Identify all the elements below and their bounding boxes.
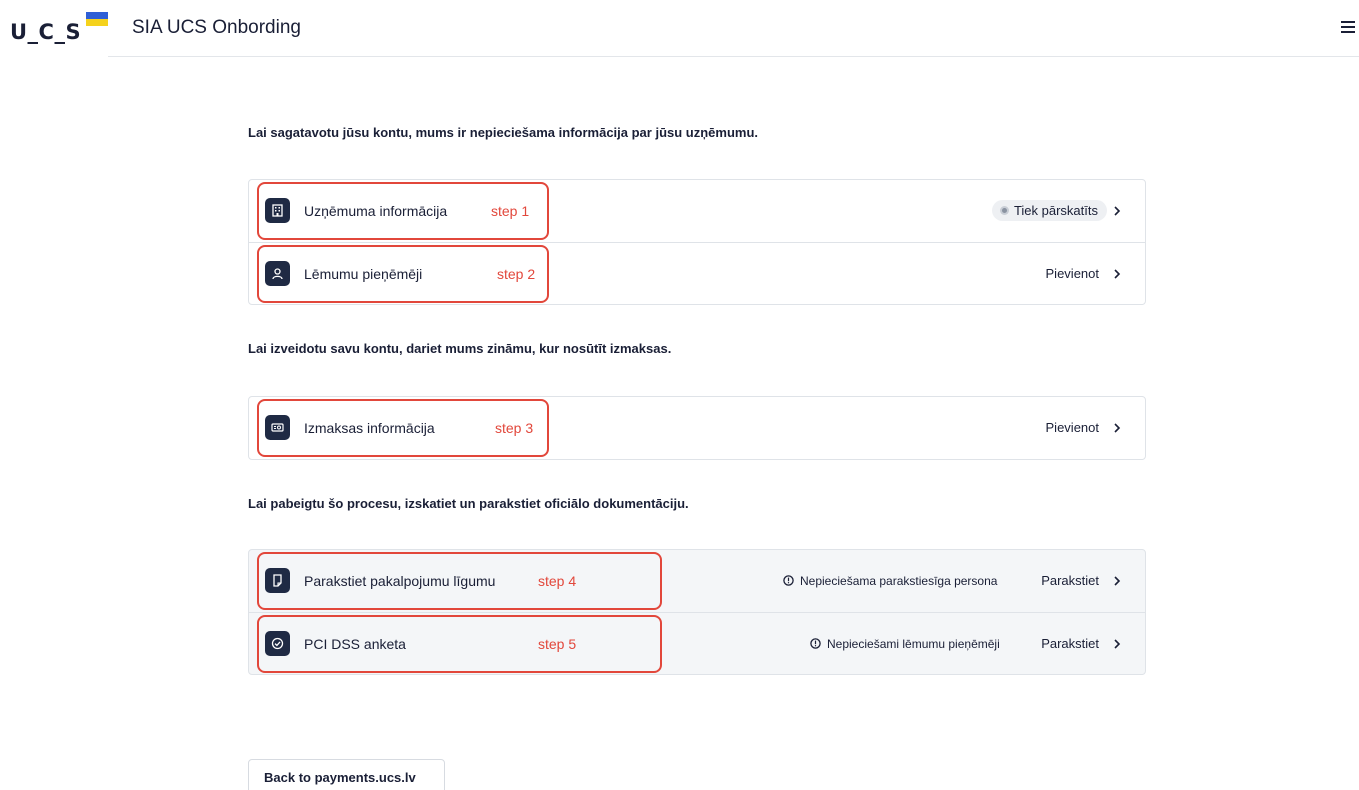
chevron-right-icon (1114, 206, 1121, 216)
row-label: Izmaksas informācija (304, 420, 435, 436)
sign-action[interactable]: Parakstiet (1041, 573, 1099, 588)
sign-action[interactable]: Parakstiet (1041, 636, 1099, 651)
status-badge: Tiek pārskatīts (991, 200, 1107, 221)
row-pci-dss[interactable]: PCI DSS anketa step 5 Nepieciešami lēmum… (249, 612, 1145, 674)
document-icon (265, 568, 290, 593)
app-title: SIA UCS Onbording (132, 17, 301, 38)
step-annotation: step 1 (491, 203, 530, 219)
section-heading-company: Lai sagatavotu jūsu kontu, mums ir nepie… (248, 125, 759, 140)
person-icon (265, 261, 290, 286)
row-label: Uzņēmuma informācija (304, 203, 448, 219)
info-icon (810, 638, 821, 649)
section-heading-payout: Lai izveidotu savu kontu, dariet mums zi… (248, 341, 672, 356)
header-divider (108, 56, 1359, 57)
documents-card: Parakstiet pakalpojumu līgumu step 4 Nep… (248, 549, 1146, 675)
row-payout-info[interactable]: Izmaksas informācija step 3 Pievienot (249, 397, 1145, 459)
row-company-info[interactable]: Uzņēmuma informācija step 1 Tiek pārskat… (249, 180, 1145, 242)
add-action[interactable]: Pievienot (1046, 420, 1099, 435)
row-label: PCI DSS anketa (304, 636, 406, 652)
company-card: Uzņēmuma informācija step 1 Tiek pārskat… (248, 179, 1146, 305)
check-circle-icon (265, 631, 290, 656)
chevron-right-icon (1114, 639, 1121, 649)
chevron-right-icon (1114, 576, 1121, 586)
back-to-payments-button[interactable]: Back to payments.ucs.lv (248, 759, 445, 790)
warning-text: Nepieciešami lēmumu pieņēmēji (810, 637, 1000, 651)
section-heading-documents: Lai pabeigtu šo procesu, izskatiet un pa… (248, 496, 689, 511)
row-label: Lēmumu pieņēmēji (304, 266, 423, 282)
top-bar: U_C_S SIA UCS Onbording (0, 0, 1359, 57)
status-dot-icon (999, 206, 1009, 215)
info-icon (783, 575, 794, 586)
hamburger-menu-icon[interactable] (1341, 20, 1355, 34)
flag-icon (86, 12, 108, 26)
row-label: Parakstiet pakalpojumu līgumu (304, 573, 496, 589)
building-icon (265, 198, 290, 223)
payout-card: Izmaksas informācija step 3 Pievienot (248, 396, 1146, 460)
chevron-right-icon (1114, 423, 1121, 433)
ucs-logo[interactable]: U_C_S (10, 10, 108, 46)
row-service-agreement[interactable]: Parakstiet pakalpojumu līgumu step 4 Nep… (249, 550, 1145, 612)
row-decision-makers[interactable]: Lēmumu pieņēmēji step 2 Pievienot (249, 242, 1145, 304)
warning-text: Nepieciešama parakstiesīga persona (783, 574, 997, 588)
chevron-right-icon (1114, 269, 1121, 279)
step-annotation: step 4 (538, 573, 577, 589)
add-action[interactable]: Pievienot (1046, 266, 1099, 281)
logo-text: U_C_S (10, 20, 82, 44)
step-annotation: step 5 (538, 636, 577, 652)
payout-icon (265, 415, 290, 440)
step-annotation: step 2 (497, 266, 536, 282)
step-annotation: step 3 (495, 420, 534, 436)
